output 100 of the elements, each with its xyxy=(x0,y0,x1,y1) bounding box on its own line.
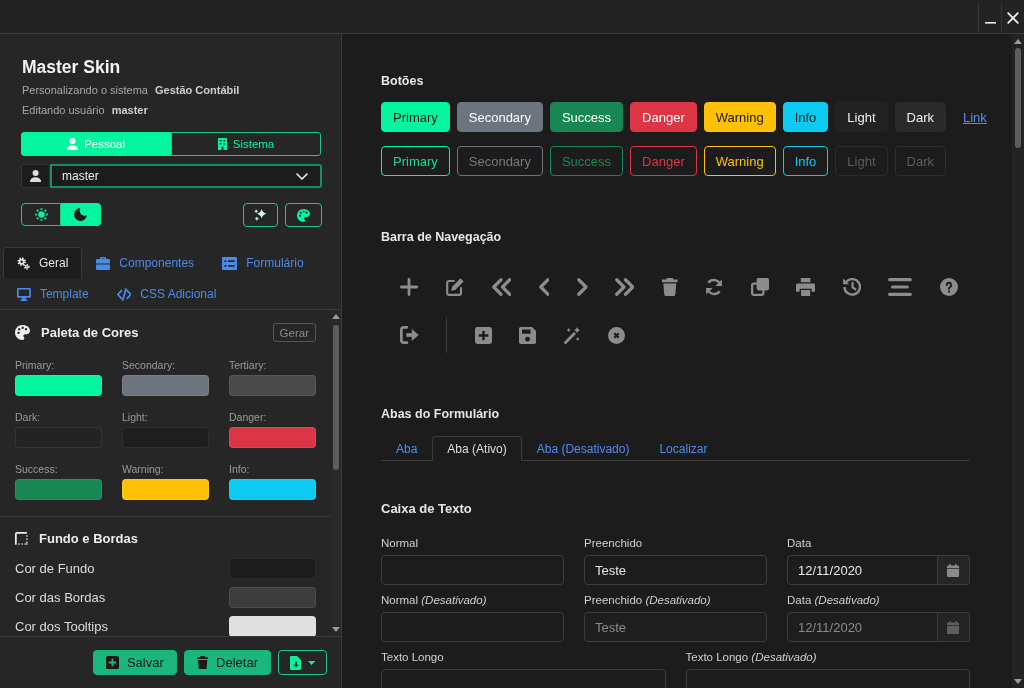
outline-button[interactable]: Info xyxy=(782,146,829,176)
color-input[interactable] xyxy=(229,479,316,500)
theme-toggle-button[interactable] xyxy=(61,203,101,226)
border-style-icon xyxy=(15,532,28,545)
color-label: Tertiary: xyxy=(229,358,268,372)
scope-toggle-button[interactable]: Sistema xyxy=(171,132,321,156)
scroll-down-icon[interactable] xyxy=(1014,679,1022,684)
color-label: Secondary: xyxy=(122,358,177,372)
scroll-up-icon[interactable] xyxy=(332,314,340,319)
exit-icon[interactable] xyxy=(400,326,419,344)
solid-button[interactable]: Info xyxy=(782,102,829,132)
sparkles-icon xyxy=(254,209,267,221)
link[interactable]: Link xyxy=(963,109,987,125)
color-input[interactable] xyxy=(15,375,102,396)
chevron-left-icon[interactable] xyxy=(538,278,550,296)
field-label: Texto Longo (Desativado) xyxy=(685,650,818,664)
save-button[interactable]: Salvar xyxy=(92,650,177,675)
outline-button[interactable]: Primary xyxy=(381,146,450,176)
user-select[interactable]: master xyxy=(50,164,322,188)
color-input[interactable] xyxy=(15,479,102,500)
scroll-down-icon[interactable] xyxy=(332,627,340,632)
date-field[interactable]: 12/11/2020 xyxy=(787,555,938,585)
color-input[interactable] xyxy=(229,375,316,396)
code-icon xyxy=(116,287,132,301)
scroll-up-icon[interactable] xyxy=(1014,39,1022,44)
solid-button[interactable]: Warning xyxy=(703,102,776,132)
copy-icon[interactable] xyxy=(750,278,769,296)
field-label: Data (Desativado) xyxy=(787,593,881,607)
outline-button[interactable]: Warning xyxy=(703,146,776,176)
caret-down-icon xyxy=(307,660,316,665)
sidebar-tab[interactable]: Componentes xyxy=(82,247,209,278)
sidebar-tab[interactable]: Template xyxy=(3,278,103,309)
generate-button[interactable]: Gerar xyxy=(272,323,316,342)
color-input[interactable] xyxy=(229,616,316,636)
outline-button[interactable]: Danger xyxy=(630,146,697,176)
field-label: Texto Longo xyxy=(381,650,445,664)
printer-icon[interactable] xyxy=(796,278,816,296)
scrollbar-thumb[interactable] xyxy=(1015,48,1021,148)
user-icon xyxy=(66,138,79,150)
theme-toggle-button[interactable] xyxy=(21,203,61,226)
color-label: Warning: xyxy=(122,462,165,476)
text-field[interactable]: Teste xyxy=(584,555,767,585)
lines-icon[interactable] xyxy=(888,278,913,296)
sparkles-button[interactable] xyxy=(243,203,278,227)
refresh-icon[interactable] xyxy=(705,278,724,296)
solid-button[interactable]: Primary xyxy=(381,102,450,132)
color-input[interactable] xyxy=(122,375,209,396)
palette-button[interactable] xyxy=(285,203,322,227)
solid-button[interactable]: Danger xyxy=(630,102,697,132)
form-tab[interactable]: Localizar xyxy=(644,436,723,460)
form-tab[interactable]: Aba (Ativo) xyxy=(432,436,522,461)
text-field[interactable] xyxy=(381,612,564,642)
scrollbar[interactable] xyxy=(1012,34,1024,688)
solid-button[interactable]: Light xyxy=(835,102,888,132)
user-subtitle: Editando usuário master xyxy=(21,103,149,118)
sidebar-tab[interactable]: Geral xyxy=(3,247,83,278)
monitor-icon xyxy=(17,287,31,301)
text-field[interactable] xyxy=(381,555,564,585)
edit-icon[interactable] xyxy=(445,278,465,296)
outline-button[interactable]: Success xyxy=(549,146,624,176)
color-label: Danger: xyxy=(229,410,268,424)
outline-button[interactable]: Secondary xyxy=(456,146,543,176)
sidebar-tab[interactable]: Formulário xyxy=(208,247,318,278)
form-tab[interactable]: Aba (Desativado) xyxy=(521,436,645,460)
calendar-icon xyxy=(947,563,960,577)
color-label: Success: xyxy=(15,462,59,476)
color-label: Cor dos Tooltips xyxy=(15,619,108,634)
download-menu-button[interactable] xyxy=(278,650,327,675)
field-label: Normal xyxy=(381,536,420,550)
form-tab[interactable]: Aba xyxy=(381,436,433,460)
plus-icon[interactable] xyxy=(400,278,418,296)
history-icon[interactable] xyxy=(842,278,861,296)
sidebar-tab[interactable]: CSS Adicional xyxy=(102,278,231,309)
color-label: Dark: xyxy=(15,410,42,424)
scrollbar-thumb[interactable] xyxy=(333,325,339,470)
trash-icon[interactable] xyxy=(661,278,678,296)
field-label: Preenchido xyxy=(584,536,644,550)
double-chevron-right-icon[interactable] xyxy=(615,278,635,296)
chevron-right-icon[interactable] xyxy=(576,278,588,296)
help-icon[interactable] xyxy=(939,278,958,296)
field-label: Preenchido (Desativado) xyxy=(584,593,712,607)
chevron-down-icon xyxy=(296,172,308,180)
solid-button[interactable]: Dark xyxy=(894,102,946,132)
color-label: Cor de Fundo xyxy=(15,561,95,576)
field-label: Normal (Desativado) xyxy=(381,593,488,607)
color-input[interactable] xyxy=(229,587,316,608)
color-input[interactable] xyxy=(229,427,316,448)
solid-button[interactable]: Secondary xyxy=(456,102,543,132)
delete-button[interactable]: Deletar xyxy=(183,650,271,675)
save-icon[interactable] xyxy=(519,326,537,344)
section-title: Paleta de Cores xyxy=(41,325,139,340)
color-input[interactable] xyxy=(122,479,209,500)
section-title: Caixa de Texto xyxy=(381,501,473,517)
calendar-button[interactable] xyxy=(938,555,970,585)
building-icon xyxy=(217,138,227,150)
sun-icon xyxy=(34,208,48,221)
palette-icon xyxy=(297,208,310,222)
solid-button[interactable]: Success xyxy=(549,102,624,132)
double-chevron-left-icon[interactable] xyxy=(491,278,512,296)
magic-wand-icon[interactable] xyxy=(563,326,581,344)
